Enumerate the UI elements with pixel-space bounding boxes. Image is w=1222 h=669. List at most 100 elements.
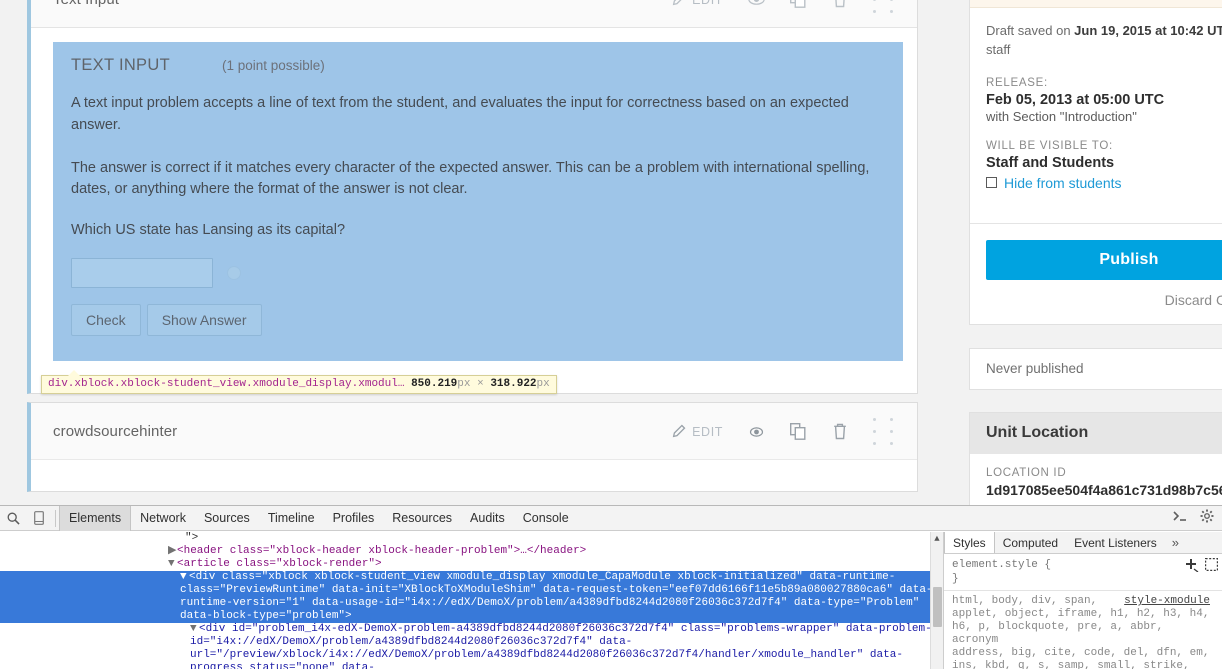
collapse-arrow-icon[interactable]: ▼ [180,571,189,584]
xblock-header-actions: EDIT [671,403,903,460]
toggle-element-state-icon[interactable] [1205,558,1219,577]
drag-dot [890,442,893,446]
answer-input[interactable] [71,258,213,288]
tooltip-width: 850.219 [411,378,458,390]
element-style-open: element.style { [952,559,1052,571]
dom-tree[interactable]: "> ▶<header class="xblock-header xblock-… [0,532,943,669]
drag-dot [873,417,876,421]
gear-icon[interactable] [1200,509,1214,528]
collapse-arrow-icon[interactable]: ▼ [168,558,177,571]
matched-css-rule[interactable]: style-xmodule html, body, div, span, appl… [944,591,1222,669]
device-toggle-icon[interactable] [26,511,52,525]
dom-line-text: <header class="xblock-header xblock-head… [177,545,587,557]
unit-content-column: Text Input EDIT [0,0,940,505]
element-style-close: } [952,573,959,585]
tab-event-listeners[interactable]: Event Listeners [1066,532,1165,553]
hide-from-students-label[interactable]: Hide from students [1004,175,1122,191]
show-answer-button[interactable]: Show Answer [146,304,262,336]
visibility-label: WILL BE VISIBLE TO: [986,139,1113,152]
xblock-body: TEXT INPUT (1 point possible) A text inp… [31,28,917,361]
tab-styles[interactable]: Styles [944,532,995,553]
unit-location-body: LOCATION ID 1d917085ee504f4a861c731d98b7… [970,454,1222,505]
dom-line-text: <article class="xblock-render"> [177,558,382,570]
draft-date: Jun 19, 2015 at 10:42 UTC [1074,23,1222,38]
scroll-up-icon[interactable]: ▲ [931,532,943,546]
tab-resources[interactable]: Resources [383,506,461,531]
drag-handle-icon[interactable] [861,415,903,449]
duplicate-button[interactable] [777,415,819,449]
duplicate-button[interactable] [777,0,819,17]
hide-from-students-row[interactable]: Hide from students [986,175,1222,191]
draft-prefix: Draft saved on [986,23,1075,38]
tab-timeline[interactable]: Timeline [259,506,324,531]
problem-points: (1 point possible) [221,58,325,73]
drag-handle-icon[interactable] [861,0,903,17]
preview-button[interactable] [735,415,777,449]
edit-label: EDIT [692,424,723,439]
location-id-value: 1d917085ee504f4a861c731d98b7c565 [986,482,1222,498]
drag-dot [873,442,876,446]
dom-line: ▶<header class="xblock-header xblock-hea… [0,545,943,558]
devtools-element-tooltip: div.xblock.xblock-student_view.xmodule_d… [41,370,557,394]
answer-status-indicator [227,266,241,280]
console-prompt-icon[interactable] [1172,509,1188,527]
collapse-arrow-icon[interactable]: ▼ [190,623,199,636]
devtools-main: "> ▶<header class="xblock-header xblock-… [0,532,1222,669]
edit-button[interactable]: EDIT [671,415,735,449]
screen: Text Input EDIT [0,0,1222,669]
rule-source-link[interactable]: style-xmodule [1124,595,1210,608]
tab-computed[interactable]: Computed [995,532,1066,553]
dom-scrollbar[interactable]: ▲ [930,532,943,669]
tab-audits[interactable]: Audits [461,506,514,531]
search-icon[interactable] [0,512,26,525]
publish-button[interactable]: Publish [986,239,1222,280]
more-tabs-icon[interactable]: » [1165,532,1186,553]
tooltip-selector: div.xblock.xblock-student_view.xmodule_d… [48,378,405,390]
delete-button[interactable] [819,415,861,449]
xblock-card-crowdsourcehinter: crowdsourcehinter EDIT [27,402,918,492]
drag-dot [890,10,893,14]
trash-icon [833,0,847,8]
problem-question: Which US state has Lansing as its capita… [71,222,346,238]
problem-preview-highlighted: TEXT INPUT (1 point possible) A text inp… [53,42,903,361]
scrollbar-thumb[interactable] [933,587,942,627]
delete-button[interactable] [819,0,861,17]
page-area: Text Input EDIT [0,0,1222,505]
tab-network[interactable]: Network [131,506,195,531]
drag-dot [873,0,876,1]
toolbar-divider [55,509,56,527]
expand-arrow-icon[interactable]: ▶ [168,545,177,558]
problem-heading-row: TEXT INPUT (1 point possible) [71,56,885,75]
problem-title: TEXT INPUT [71,56,170,74]
draft-status: Draft saved on Jun 19, 2015 at 10:42 UTC… [986,22,1222,60]
hide-from-students-checkbox[interactable] [986,177,997,189]
tooltip-height: 318.922 [490,378,537,390]
add-rule-icon[interactable] [1185,558,1199,577]
preview-button[interactable] [735,0,777,17]
copy-icon [790,0,806,8]
tooltip-height-unit: px [536,378,550,390]
devtools-tabs: Elements Network Sources Timeline Profil… [59,505,578,531]
tab-elements[interactable]: Elements [59,505,132,531]
tab-profiles[interactable]: Profiles [324,506,384,531]
check-button[interactable]: Check [71,304,141,336]
publish-actions: Publish Discard Changes [970,224,1222,324]
drag-dot [873,10,876,14]
xblock-header: crowdsourcehinter EDIT [31,403,917,460]
styles-tabs: Styles Computed Event Listeners » [944,532,1222,554]
drag-dot [873,429,876,433]
styles-tools [1185,558,1219,577]
unit-location-panel: Unit Location LOCATION ID 1d917085ee504f… [969,412,1222,505]
edit-button[interactable]: EDIT [671,0,735,17]
dom-line-selected[interactable]: ▼ <div class="xblock xblock-student_view … [0,571,943,623]
dom-line[interactable]: ▼ <div id="problem_i4x-edX-DemoX-problem-… [0,623,943,669]
element-style-rule[interactable]: element.style { } [944,554,1222,591]
never-published-text: Never published [986,361,1084,376]
drag-dot [890,429,893,433]
tab-console[interactable]: Console [514,506,578,531]
tab-sources[interactable]: Sources [195,506,259,531]
problem-buttons: Check Show Answer [71,304,885,336]
discard-changes-link[interactable]: Discard Changes [1165,292,1222,308]
answer-row [71,258,885,288]
drag-dot [890,417,893,421]
